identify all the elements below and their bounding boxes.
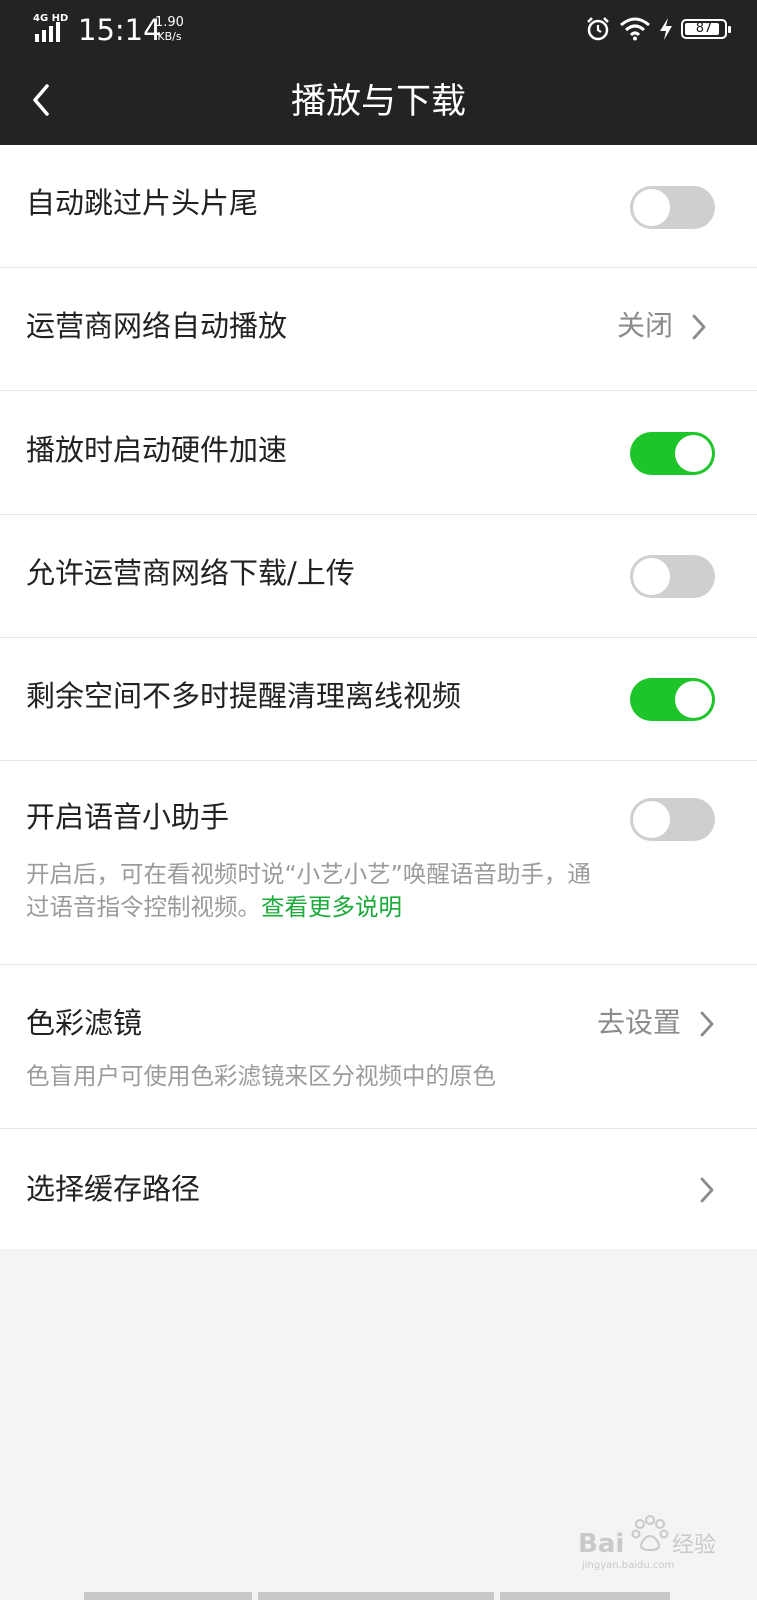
setting-label: 开启语音小助手 bbox=[26, 800, 230, 834]
setting-voice-assistant: 开启语音小助手 开启后，可在看视频时说“小艺小艺”唤醒语音助手，通 过语音指令控… bbox=[0, 761, 757, 965]
more-info-link[interactable]: 查看更多说明 bbox=[261, 893, 402, 921]
setting-label: 运营商网络自动播放 bbox=[26, 309, 288, 343]
svg-text:Bai: Bai bbox=[578, 1529, 624, 1559]
setting-cellular-autoplay[interactable]: 运营商网络自动播放 关闭 bbox=[0, 268, 757, 391]
skip-intro-toggle[interactable] bbox=[630, 186, 715, 229]
battery-level: 87 bbox=[695, 21, 713, 36]
setting-value: 去设置 bbox=[596, 1006, 681, 1039]
speed-value: 1.90 bbox=[155, 15, 184, 30]
status-bar: 4G HD 15:14 1.90 KB/s 87 bbox=[0, 0, 757, 58]
setting-label: 播放时启动硬件加速 bbox=[26, 433, 288, 467]
voice-assistant-toggle[interactable] bbox=[630, 798, 715, 841]
bottom-strip-segment bbox=[84, 1592, 252, 1600]
setting-label: 剩余空间不多时提醒清理离线视频 bbox=[26, 679, 462, 713]
description-line: 过语音指令控制视频。查看更多说明 bbox=[26, 891, 717, 924]
charging-icon bbox=[660, 18, 672, 40]
description-text: 过语音指令控制视频。 bbox=[26, 893, 261, 921]
setting-label: 选择缓存路径 bbox=[26, 1172, 201, 1206]
description-line: 开启后，可在看视频时说“小艺小艺”唤醒语音助手，通 bbox=[26, 860, 591, 888]
chevron-right-icon bbox=[700, 1011, 714, 1037]
page-title: 播放与下载 bbox=[290, 82, 466, 122]
setting-cache-path[interactable]: 选择缓存路径 bbox=[0, 1129, 757, 1249]
svg-text:经验: 经验 bbox=[672, 1533, 716, 1558]
network-speed: 1.90 KB/s bbox=[155, 16, 184, 44]
battery-icon: 87 bbox=[681, 19, 731, 39]
chevron-right-icon bbox=[692, 314, 706, 340]
bottom-strip-segment bbox=[258, 1592, 494, 1600]
setting-storage-reminder: 剩余空间不多时提醒清理离线视频 bbox=[0, 638, 757, 761]
setting-label: 色彩滤镜 bbox=[26, 1006, 143, 1040]
chevron-right-icon bbox=[700, 1177, 714, 1203]
setting-skip-intro: 自动跳过片头片尾 bbox=[0, 145, 757, 268]
alarm-icon bbox=[587, 17, 609, 41]
setting-label: 允许运营商网络下载/上传 bbox=[26, 556, 355, 590]
cellular-download-toggle[interactable] bbox=[630, 555, 715, 598]
baidu-jingyan-watermark: Bai 经验 jingyan.baidu.com bbox=[578, 1515, 716, 1571]
wifi-icon bbox=[620, 17, 650, 41]
network-type: 4G HD bbox=[33, 13, 69, 24]
speed-unit: KB/s bbox=[157, 30, 182, 43]
setting-description: 开启后，可在看视频时说“小艺小艺”唤醒语音助手，通 过语音指令控制视频。查看更多… bbox=[26, 858, 717, 924]
setting-description: 色盲用户可使用色彩滤镜来区分视频中的原色 bbox=[26, 1062, 496, 1090]
storage-reminder-toggle[interactable] bbox=[630, 678, 715, 721]
setting-label: 自动跳过片头片尾 bbox=[26, 186, 259, 220]
bottom-nav-strip bbox=[0, 1592, 757, 1600]
setting-color-filter[interactable]: 色彩滤镜 去设置 色盲用户可使用色彩滤镜来区分视频中的原色 bbox=[0, 965, 757, 1129]
nav-bar: 播放与下载 bbox=[0, 58, 757, 145]
clock: 15:14 bbox=[78, 13, 162, 47]
setting-value: 关闭 bbox=[616, 309, 673, 342]
setting-hw-accel: 播放时启动硬件加速 bbox=[0, 391, 757, 515]
hw-accel-toggle[interactable] bbox=[630, 432, 715, 475]
bottom-strip-segment bbox=[500, 1592, 670, 1600]
settings-list: 自动跳过片头片尾 运营商网络自动播放 关闭 播放时启动硬件加速 允许运营商网络下… bbox=[0, 145, 757, 1249]
setting-cellular-download: 允许运营商网络下载/上传 bbox=[0, 515, 757, 638]
svg-text:jingyan.baidu.com: jingyan.baidu.com bbox=[581, 1560, 674, 1571]
